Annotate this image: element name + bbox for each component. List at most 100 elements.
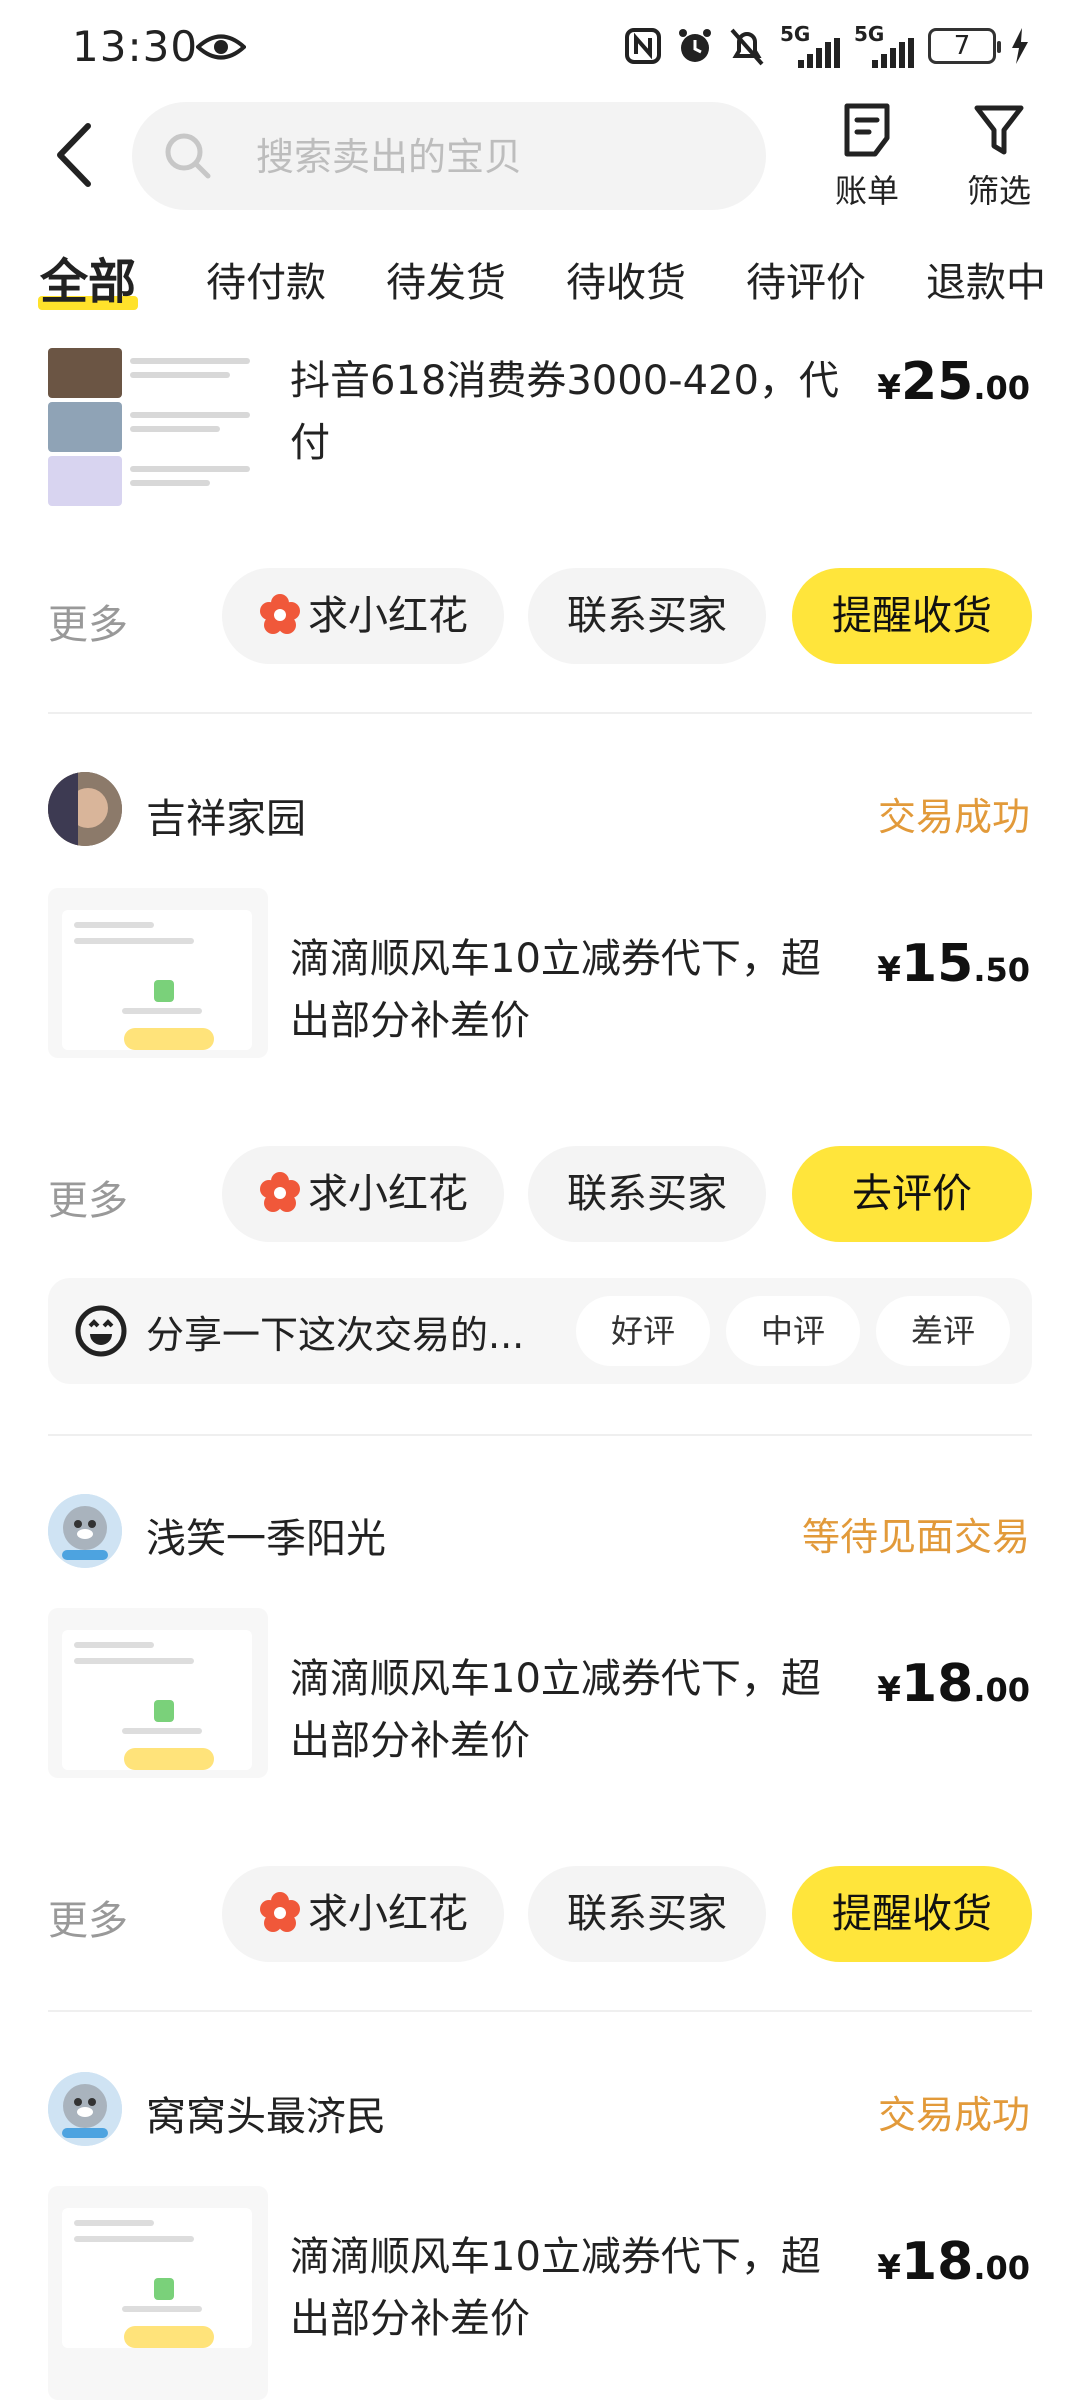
order-status: 等待见面交易 <box>801 1515 1030 1559</box>
title-line: 抖音618消费券3000-420，代 <box>290 358 839 404</box>
price-decimal: .00 <box>973 1671 1030 1709</box>
tab-refunding[interactable]: 退款中 <box>926 250 1046 308</box>
tab-all[interactable]: 全部 <box>38 242 139 312</box>
order-item-title[interactable]: 抖音618消费券3000-420，代 付 <box>290 350 850 474</box>
price-currency: ¥ <box>877 368 901 408</box>
flower-icon <box>260 594 300 634</box>
tab-pending-shipment[interactable]: 待发货 <box>386 250 506 308</box>
order-status: 交易成功 <box>877 795 1030 839</box>
flower-button[interactable]: 求小红花 <box>222 1866 504 1962</box>
order-thumbnail[interactable] <box>48 888 268 1058</box>
search-icon <box>165 133 211 179</box>
buyer-name[interactable]: 浅笑一季阳光 <box>146 1506 386 1564</box>
avatar[interactable] <box>48 2072 122 2146</box>
bill-icon <box>844 103 890 157</box>
bill-button[interactable]: 账单 <box>812 100 922 212</box>
price-integer: 18 <box>900 1654 974 1714</box>
order-thumbnail[interactable] <box>48 340 268 520</box>
order-price: ¥25.00 <box>877 352 1030 412</box>
filter-label: 筛选 <box>966 172 1031 210</box>
avatar-image <box>48 2072 122 2146</box>
more-button[interactable]: 更多 <box>48 592 128 650</box>
price-currency: ¥ <box>877 1670 901 1710</box>
search-input[interactable] <box>254 102 738 212</box>
flower-label: 求小红花 <box>308 593 468 639</box>
status-time: 13:30 <box>72 22 199 71</box>
order-price: ¥18.00 <box>877 2232 1030 2292</box>
buyer-name[interactable]: 窝窝头最济民 <box>146 2084 386 2142</box>
good-review-button[interactable]: 好评 <box>576 1296 710 1366</box>
order-item-title[interactable]: 滴滴顺风车10立减券代下，超 出部分补差价 <box>290 2226 850 2350</box>
divider <box>48 1434 1032 1436</box>
flower-button[interactable]: 求小红花 <box>222 1146 504 1242</box>
review-button[interactable]: 去评价 <box>792 1146 1032 1242</box>
flower-icon <box>260 1172 300 1212</box>
title-line: 付 <box>290 420 330 466</box>
tab-label: 全部 <box>40 254 137 310</box>
smile-icon <box>75 1305 127 1357</box>
contact-buyer-button[interactable]: 联系买家 <box>528 1146 766 1242</box>
charging-bolt-icon <box>1012 28 1028 64</box>
search-bar[interactable] <box>132 102 766 212</box>
order-thumbnail[interactable] <box>48 2186 268 2400</box>
alarm-icon <box>679 29 711 62</box>
avatar[interactable] <box>48 772 122 846</box>
contact-buyer-button[interactable]: 联系买家 <box>528 568 766 664</box>
divider <box>48 712 1032 714</box>
title-line: 出部分补差价 <box>290 1718 530 1764</box>
eye-icon <box>196 34 246 60</box>
order-price: ¥15.50 <box>877 934 1030 994</box>
review-prompt-text: 分享一下这次交易的... <box>146 1313 525 1357</box>
title-line: 滴滴顺风车10立减券代下，超 <box>290 2234 821 2280</box>
order-item-title[interactable]: 滴滴顺风车10立减券代下，超 出部分补差价 <box>290 1648 850 1772</box>
remind-receipt-button[interactable]: 提醒收货 <box>792 1866 1032 1962</box>
flower-label: 求小红花 <box>308 1171 468 1217</box>
tab-pending-receipt[interactable]: 待收货 <box>566 250 686 308</box>
order-tabs: 全部 待付款 待发货 待收货 待评价 退款中 <box>0 250 1080 320</box>
title-line: 出部分补差价 <box>290 2296 530 2342</box>
price-decimal: .00 <box>973 2249 1030 2287</box>
signal-bars-icon <box>798 38 840 68</box>
order-item-title[interactable]: 滴滴顺风车10立减券代下，超 出部分补差价 <box>290 928 850 1052</box>
signal-5g-1: 5G <box>780 24 840 68</box>
title-line: 滴滴顺风车10立减券代下，超 <box>290 936 821 982</box>
flower-button[interactable]: 求小红花 <box>222 568 504 664</box>
nfc-icon <box>625 28 661 64</box>
more-button[interactable]: 更多 <box>48 1168 128 1226</box>
price-integer: 25 <box>900 352 974 412</box>
flower-label: 求小红花 <box>308 1891 468 1937</box>
status-bar: 13:30 5G 5G 7 <box>0 0 1080 100</box>
tab-pending-review[interactable]: 待评价 <box>746 250 866 308</box>
review-prompt-bar: 分享一下这次交易的... 好评 中评 差评 <box>48 1278 1032 1384</box>
contact-buyer-button[interactable]: 联系买家 <box>528 1866 766 1962</box>
buyer-name[interactable]: 吉祥家园 <box>146 786 306 844</box>
back-arrow-icon[interactable] <box>50 120 100 190</box>
more-button[interactable]: 更多 <box>48 1888 128 1946</box>
price-currency: ¥ <box>877 2248 901 2288</box>
order-price: ¥18.00 <box>877 1654 1030 1714</box>
bad-review-button[interactable]: 差评 <box>876 1296 1010 1366</box>
avatar-image <box>48 772 122 846</box>
remind-receipt-button[interactable]: 提醒收货 <box>792 568 1032 664</box>
order-thumbnail[interactable] <box>48 1608 268 1778</box>
order-status: 交易成功 <box>877 2093 1030 2137</box>
price-integer: 15 <box>900 934 974 994</box>
signal-bars-icon <box>872 38 914 68</box>
avatar[interactable] <box>48 1494 122 1568</box>
title-line: 出部分补差价 <box>290 998 530 1044</box>
price-decimal: .50 <box>973 951 1030 989</box>
title-line: 滴滴顺风车10立减券代下，超 <box>290 1656 821 1702</box>
tab-pending-payment[interactable]: 待付款 <box>206 250 326 308</box>
price-decimal: .00 <box>973 369 1030 407</box>
divider <box>48 2010 1032 2012</box>
filter-icon <box>974 105 1024 155</box>
neutral-review-button[interactable]: 中评 <box>726 1296 860 1366</box>
price-integer: 18 <box>900 2232 974 2292</box>
price-currency: ¥ <box>877 950 901 990</box>
flower-icon <box>260 1892 300 1932</box>
avatar-image <box>48 1494 122 1568</box>
filter-button[interactable]: 筛选 <box>944 100 1054 212</box>
mute-bell-icon <box>730 28 764 66</box>
status-icons: 5G 5G 7 <box>624 24 1030 68</box>
bill-label: 账单 <box>834 172 899 210</box>
